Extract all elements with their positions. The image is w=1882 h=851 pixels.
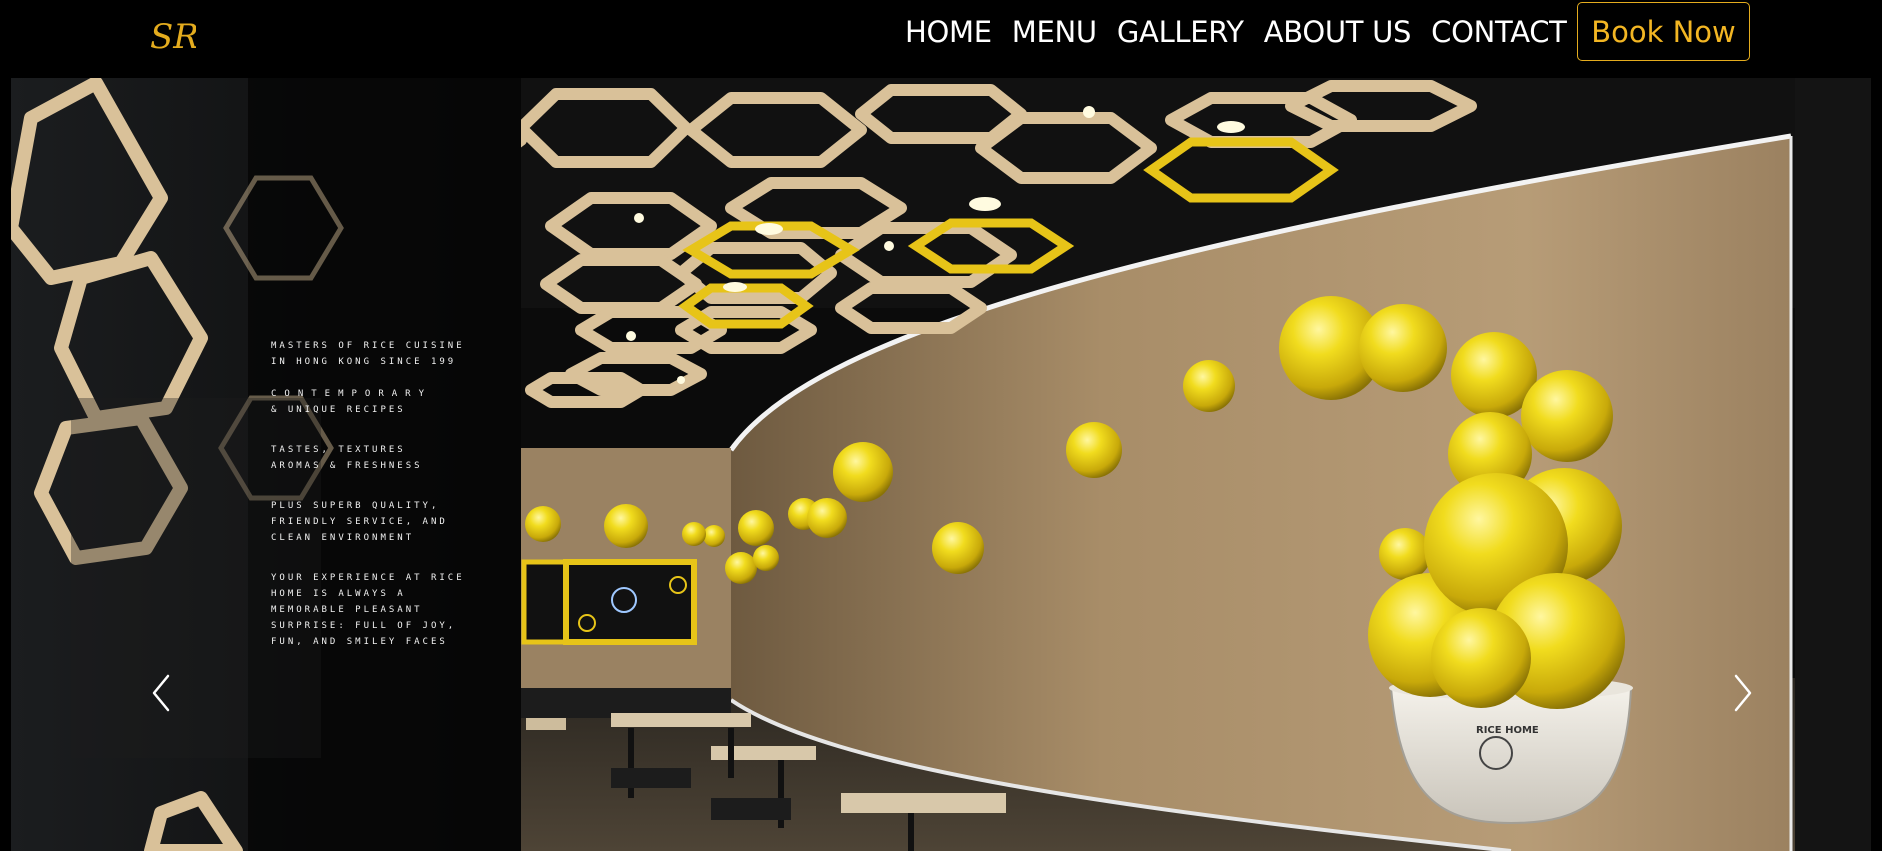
chevron-right-icon [1734, 674, 1752, 712]
wall-text-line: FUN, AND SMILEY FACES [271, 637, 448, 647]
brand-logo[interactable]: SR [146, 12, 196, 60]
nav-menu-link[interactable]: MENU [1012, 15, 1097, 49]
nav-contact-link[interactable]: CONTACT [1431, 15, 1567, 49]
nav-about-us-link[interactable]: ABOUT US [1264, 15, 1412, 49]
hero-carousel: RICE HOME MASTERS OF RICE CUISINE IN HON… [11, 78, 1871, 851]
wall-text-line: PLUS SUPERB QUALITY, [271, 501, 439, 511]
wall-text-line: SURPRISE: FULL OF JOY, [271, 621, 456, 631]
wall-text-line: TASTES, TEXTURES [271, 445, 406, 455]
wall-text-line: FRIENDLY SERVICE, AND [271, 517, 448, 527]
wall-text-line: IN HONG KONG SINCE 199 [271, 357, 456, 367]
wall-text-line: AROMAS & FRESHNESS [271, 461, 423, 471]
brand-logo-text: SR [150, 17, 196, 57]
nav-gallery-link[interactable]: GALLERY [1117, 15, 1244, 49]
hero-slide-image: RICE HOME MASTERS OF RICE CUISINE IN HON… [11, 78, 1871, 851]
wall-text-line: MASTERS OF RICE CUISINE [271, 341, 465, 351]
top-navbar: SR HOME MENU GALLERY ABOUT US CONTACT Bo… [0, 0, 1882, 78]
wall-text-line: CONTEMPORARY [271, 389, 432, 399]
wall-text-line: YOUR EXPERIENCE AT RICE [271, 573, 465, 583]
wall-text-line: CLEAN ENVIRONMENT [271, 533, 414, 543]
book-now-button[interactable]: Book Now [1577, 2, 1750, 61]
carousel-next-button[interactable] [1722, 668, 1762, 718]
nav-home-link[interactable]: HOME [905, 15, 992, 49]
chevron-left-icon [152, 674, 170, 712]
wall-text-line: HOME IS ALWAYS A [271, 589, 406, 599]
bowl-logo-text: RICE HOME [1476, 725, 1539, 736]
carousel-prev-button[interactable] [142, 668, 182, 718]
wall-text-line: & UNIQUE RECIPES [271, 405, 406, 415]
wall-text-line: MEMORABLE PLEASANT [271, 605, 423, 615]
main-nav: HOME MENU GALLERY ABOUT US CONTACT [905, 0, 1587, 64]
